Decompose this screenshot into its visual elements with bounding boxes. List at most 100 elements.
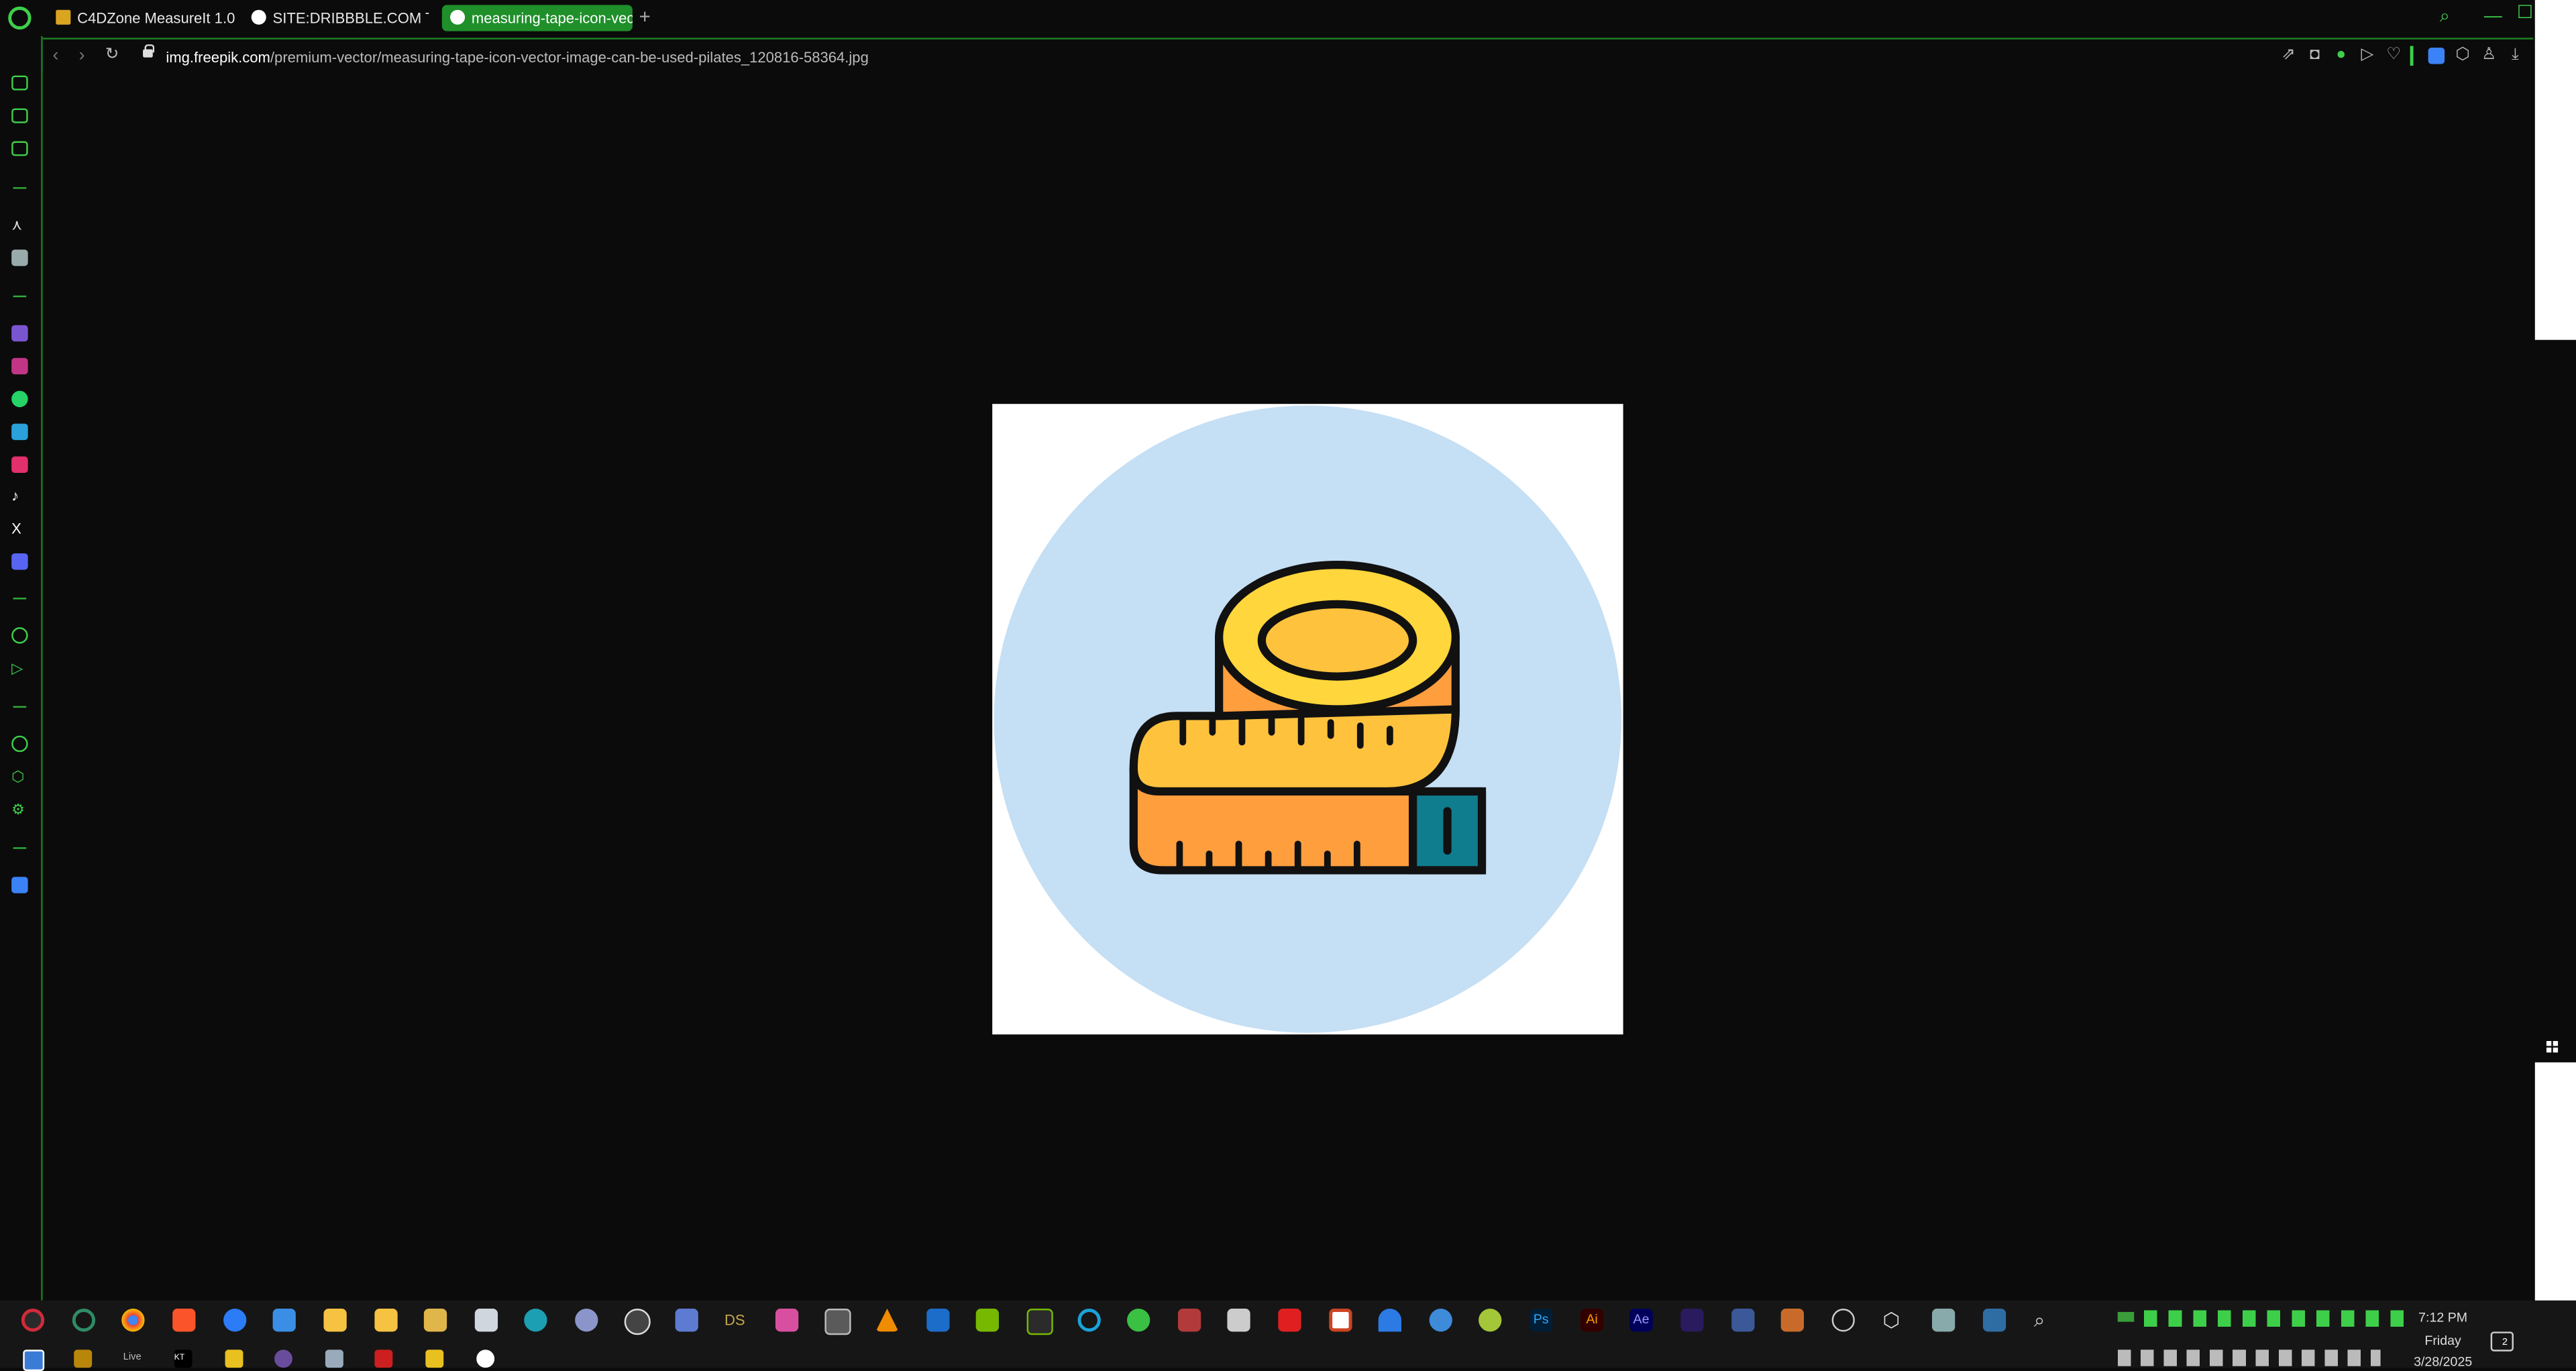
folder-icon[interactable] [423, 1309, 447, 1332]
translate-extension-icon[interactable] [2428, 47, 2445, 64]
app-icon[interactable] [575, 1309, 598, 1332]
back-icon[interactable]: ‹ [52, 46, 58, 66]
app-icon[interactable] [1680, 1309, 1704, 1332]
app-icon[interactable] [1278, 1309, 1301, 1332]
app-icon[interactable] [1479, 1309, 1502, 1332]
app-icon[interactable] [1429, 1309, 1452, 1332]
player-icon[interactable] [11, 627, 28, 644]
photoshop-icon[interactable]: Ps [1529, 1309, 1553, 1332]
snipping-icon[interactable] [1329, 1309, 1352, 1332]
powershell-icon[interactable] [926, 1309, 950, 1332]
tray-icons-row-2[interactable] [2117, 1350, 2381, 1366]
forward-icon[interactable]: › [79, 46, 85, 66]
clock-time[interactable]: 7:12 PM [2408, 1311, 2477, 1325]
printer-icon[interactable] [1227, 1309, 1250, 1332]
extensions-cube-icon[interactable]: ⬡ [2455, 47, 2471, 64]
chrome-icon[interactable] [121, 1309, 145, 1332]
app-icon[interactable] [272, 1309, 296, 1332]
app-icon[interactable] [624, 1309, 651, 1335]
app-icon[interactable] [1378, 1309, 1401, 1332]
send-icon[interactable]: ▷ [2359, 47, 2375, 64]
davinci-icon[interactable] [1731, 1309, 1755, 1332]
tab-dribbble-search[interactable]: SITE:DRIBBBLE.COM TAPE [243, 5, 429, 31]
messenger-icon[interactable] [11, 358, 28, 375]
app-icon[interactable] [675, 1309, 698, 1332]
app-icon[interactable] [1932, 1309, 1955, 1332]
opera-menu-icon[interactable] [8, 6, 32, 30]
sidebar-divider [13, 847, 27, 849]
app-icon[interactable] [1177, 1309, 1201, 1332]
snapshot-icon[interactable]: ◘ [2306, 47, 2322, 64]
nvidia-icon[interactable] [975, 1309, 999, 1332]
app-icon[interactable] [524, 1309, 547, 1332]
app-icon[interactable] [1127, 1309, 1150, 1332]
live-icon[interactable]: Live [123, 1350, 142, 1368]
reload-icon[interactable]: ↻ [105, 46, 119, 66]
search-tabs-icon[interactable]: ⌕ [2440, 7, 2450, 26]
share-icon[interactable]: ⇗ [2280, 47, 2296, 64]
extensions-icon[interactable]: ⬡ [11, 769, 28, 785]
tray-icon[interactable] [2117, 1311, 2135, 1322]
measuring-tape-image[interactable] [992, 404, 1623, 1035]
telegram-icon[interactable] [11, 423, 28, 441]
sidebar-ai-icon[interactable] [11, 75, 28, 91]
search-icon[interactable]: ⌕ [2034, 1309, 2057, 1331]
tray-icons-row[interactable] [2143, 1310, 2407, 1327]
cube-icon[interactable]: ⬡ [1883, 1309, 1906, 1331]
app-icon[interactable]: KT [174, 1350, 193, 1368]
minimize-icon[interactable]: — [2484, 7, 2502, 26]
app-icon[interactable] [775, 1309, 799, 1332]
illustrator-icon[interactable]: Ai [1580, 1309, 1604, 1332]
maximize-icon[interactable]: ☐ [2517, 3, 2533, 23]
sidebar-divider [13, 598, 27, 600]
profile-icon[interactable]: ♙ [2481, 47, 2497, 64]
url-field[interactable]: img.freepik.com/premium-vector/measuring… [166, 48, 868, 67]
x-twitter-icon[interactable]: X [11, 520, 28, 537]
opera-taskbar-icon[interactable] [72, 1309, 96, 1332]
opera-gx-taskbar-icon[interactable] [21, 1309, 45, 1332]
translate-icon[interactable] [11, 877, 28, 893]
calculator-icon[interactable] [1982, 1309, 2006, 1332]
history-icon[interactable] [11, 735, 28, 753]
app-icon[interactable] [274, 1350, 292, 1368]
sidebar-app-icon[interactable] [11, 250, 28, 266]
logitech-icon[interactable] [1077, 1309, 1101, 1332]
calendar-icon[interactable] [474, 1309, 498, 1332]
instagram-icon[interactable] [11, 456, 28, 474]
app-icon[interactable] [23, 1350, 45, 1371]
ds-icon[interactable]: DS [724, 1309, 747, 1331]
sidebar-tabs-icon[interactable] [11, 141, 28, 156]
app-icon[interactable] [74, 1350, 93, 1368]
side-panel-strip-lower [2534, 1062, 2576, 1303]
sidebar-workspace-icon[interactable] [11, 108, 28, 123]
whatsapp-icon[interactable] [11, 390, 28, 408]
files-icon[interactable] [323, 1309, 347, 1332]
app-icon[interactable] [325, 1350, 343, 1368]
sidebar-aria-icon[interactable]: ⋏ [11, 217, 28, 233]
vpn-shield-icon[interactable]: ● [2333, 47, 2349, 64]
new-tab-button[interactable]: + [639, 7, 651, 26]
desktop-screen: C4DZone MeasureIt 1.0 fo SITE:DRIBBBLE.C… [0, 0, 2576, 1371]
windows-icon[interactable] [2546, 1041, 2560, 1054]
after-effects-icon[interactable]: Ae [1629, 1309, 1653, 1332]
nvidia-app-icon[interactable] [1026, 1309, 1053, 1335]
heart-icon[interactable]: ♡ [2385, 47, 2402, 64]
tab-c4dzone[interactable]: C4DZone MeasureIt 1.0 fo [48, 5, 237, 31]
discord-icon[interactable] [11, 553, 28, 570]
tiktok-icon[interactable]: ♪ [11, 488, 28, 504]
folder-icon[interactable] [374, 1309, 398, 1332]
app-icon[interactable] [1780, 1309, 1805, 1332]
firefox-icon[interactable] [223, 1309, 247, 1332]
app-icon[interactable] [476, 1350, 495, 1368]
flash-icon[interactable] [374, 1350, 393, 1368]
brave-icon[interactable] [172, 1309, 196, 1332]
folder-icon[interactable] [425, 1350, 444, 1368]
settings-icon[interactable]: ⚙ [11, 802, 28, 818]
twitch-icon[interactable] [11, 325, 28, 342]
app-icon[interactable] [1831, 1309, 1855, 1332]
flow-send-icon[interactable]: ▷ [11, 660, 28, 676]
tab-measuring-tape[interactable]: measuring-tape-icon-vect [441, 5, 633, 32]
app-icon[interactable] [225, 1350, 244, 1368]
app-icon[interactable] [824, 1309, 851, 1335]
download-icon[interactable]: ⤓ [2507, 47, 2523, 64]
